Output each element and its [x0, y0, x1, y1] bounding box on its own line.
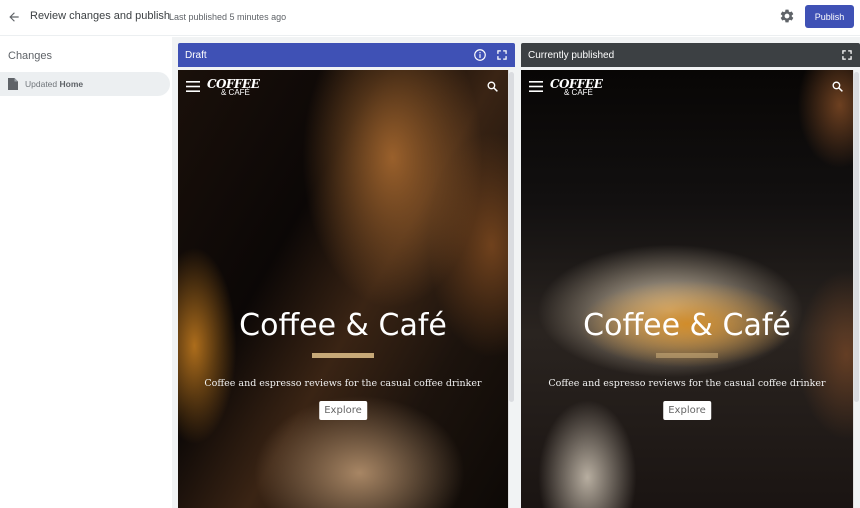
published-preview-frame: COFFEE & CAFÉ Coffee & Café Coffee and e…: [521, 67, 860, 508]
hero-divider: [312, 353, 374, 358]
hero-title: Coffee & Café: [239, 308, 447, 343]
draft-site-preview: COFFEE & CAFÉ Coffee & Café Coffee and e…: [178, 70, 508, 508]
change-type: Updated: [25, 79, 58, 89]
back-button[interactable]: [5, 8, 23, 26]
draft-scrollbar[interactable]: [508, 70, 515, 508]
draft-label: Draft: [185, 49, 207, 61]
publish-button[interactable]: Publish: [805, 5, 854, 28]
fullscreen-icon[interactable]: [840, 48, 854, 62]
change-page-name: Home: [59, 79, 84, 89]
search-icon[interactable]: [831, 80, 844, 93]
published-panel: Currently published COFFEE & CAFÉ Coffee…: [521, 43, 860, 508]
draft-scrollbar-thumb[interactable]: [509, 72, 514, 402]
hero-title: Coffee & Café: [583, 308, 791, 343]
site-logo[interactable]: COFFEE & CAFÉ: [550, 75, 603, 97]
hero-tagline: Coffee and espresso reviews for the casu…: [204, 378, 482, 389]
top-bar: Review changes and publish Last publishe…: [0, 0, 860, 36]
arrow-back-icon: [9, 12, 19, 22]
hero-background-image: [521, 70, 853, 508]
sidebar-title: Changes: [8, 50, 53, 62]
explore-button[interactable]: Explore: [663, 401, 711, 420]
hero-background-image: [178, 70, 508, 508]
published-site-preview: COFFEE & CAFÉ Coffee & Café Coffee and e…: [521, 70, 853, 508]
published-scrollbar-thumb[interactable]: [854, 72, 859, 402]
document-icon: [8, 78, 18, 90]
fullscreen-icon[interactable]: [495, 48, 509, 62]
settings-button[interactable]: [779, 8, 795, 24]
published-scrollbar[interactable]: [853, 70, 860, 508]
hero-tagline: Coffee and espresso reviews for the casu…: [548, 378, 826, 389]
explore-button[interactable]: Explore: [319, 401, 367, 420]
menu-icon[interactable]: [186, 81, 200, 92]
change-item-home[interactable]: Updated Home: [0, 72, 170, 96]
published-panel-header: Currently published: [521, 43, 860, 67]
page-title: Review changes and publish: [30, 10, 171, 22]
hero-divider: [656, 353, 718, 358]
search-icon[interactable]: [486, 80, 499, 93]
preview-workspace: Draft COFFEE & CAFÉ Coffee & Café Coffee…: [172, 37, 860, 508]
change-item-label: Updated Home: [25, 79, 83, 89]
site-nav: COFFEE & CAFÉ: [521, 70, 853, 106]
last-published-status: Last published 5 minutes ago: [169, 12, 287, 22]
draft-preview-frame: COFFEE & CAFÉ Coffee & Café Coffee and e…: [178, 67, 515, 508]
draft-panel-header: Draft: [178, 43, 515, 67]
changes-sidebar: Changes Updated Home: [0, 37, 172, 508]
draft-panel: Draft COFFEE & CAFÉ Coffee & Café Coffee…: [178, 43, 515, 508]
logo-line-2: & CAFÉ: [221, 88, 250, 97]
info-icon[interactable]: [473, 48, 487, 62]
published-label: Currently published: [528, 49, 615, 61]
gear-icon: [780, 9, 794, 23]
site-nav: COFFEE & CAFÉ: [178, 70, 508, 106]
menu-icon[interactable]: [529, 81, 543, 92]
site-logo[interactable]: COFFEE & CAFÉ: [207, 75, 260, 97]
logo-line-2: & CAFÉ: [564, 88, 593, 97]
